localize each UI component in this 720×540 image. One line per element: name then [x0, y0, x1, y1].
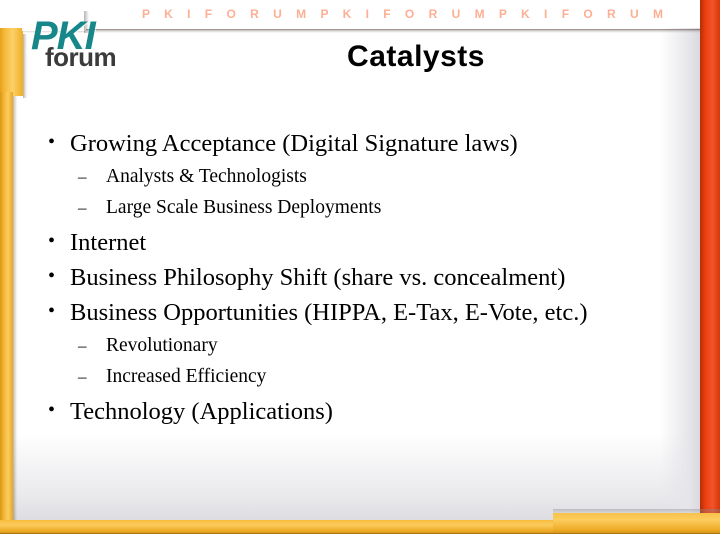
left-amber-border [0, 92, 13, 520]
bullet-marker-dash-icon: – [78, 198, 87, 217]
bullet-marker-dot-icon: • [48, 399, 56, 421]
left-amber-border-shadow [13, 96, 18, 520]
bullet-marker-dot-icon: • [48, 300, 56, 322]
bullet-item-level1: • Business Opportunities (HIPPA, E-Tax, E… [44, 295, 684, 330]
bullet-text: Business Philosophy Shift (share vs. con… [70, 264, 566, 291]
bullet-item-level1: • Internet [44, 225, 684, 260]
bullet-marker-dot-icon: • [48, 131, 56, 153]
presentation-slide: P K I F O R U M P K I F O R U M P K I F … [0, 0, 720, 540]
bullet-marker-dash-icon: – [78, 167, 87, 186]
bullet-text: Large Scale Business Deployments [106, 197, 382, 218]
bullet-text: Analysts & Technologists [106, 166, 307, 187]
logo-secondary-text: forum [45, 42, 117, 72]
bullet-text: Revolutionary [106, 335, 218, 356]
right-red-border [700, 0, 720, 527]
bullet-text: Increased Efficiency [106, 366, 267, 387]
slide-bullet-list: • Growing Acceptance (Digital Signature l… [44, 126, 684, 429]
bullet-text: Technology (Applications) [70, 398, 333, 425]
bullet-item-level1: • Business Philosophy Shift (share vs. co… [44, 260, 684, 295]
bullet-item-level2: – Revolutionary [44, 330, 684, 361]
bullet-text: Business Opportunities (HIPPA, E-Tax, E-… [70, 299, 588, 326]
bullet-item-level2: – Large Scale Business Deployments [44, 192, 684, 223]
bullet-text: Internet [70, 229, 147, 256]
bullet-marker-dot-icon: • [48, 230, 56, 252]
bottom-amber-border-step [553, 513, 720, 534]
bullet-marker-dot-icon: • [48, 265, 56, 287]
bottom-margin [0, 534, 720, 540]
pki-forum-logo: PKI forum [27, 16, 167, 78]
bottom-amber-border [0, 520, 558, 534]
left-amber-border-top [0, 28, 23, 96]
bullet-item-level1: • Growing Acceptance (Digital Signature l… [44, 126, 684, 161]
bullet-marker-dash-icon: – [78, 336, 87, 355]
bullet-marker-dash-icon: – [78, 367, 87, 386]
bullet-item-level1: • Technology (Applications) [44, 394, 684, 429]
bullet-item-level2: – Increased Efficiency [44, 361, 684, 392]
bullet-item-level2: – Analysts & Technologists [44, 161, 684, 192]
slide-title: Catalysts [347, 40, 485, 73]
bullet-text: Growing Acceptance (Digital Signature la… [70, 130, 518, 157]
